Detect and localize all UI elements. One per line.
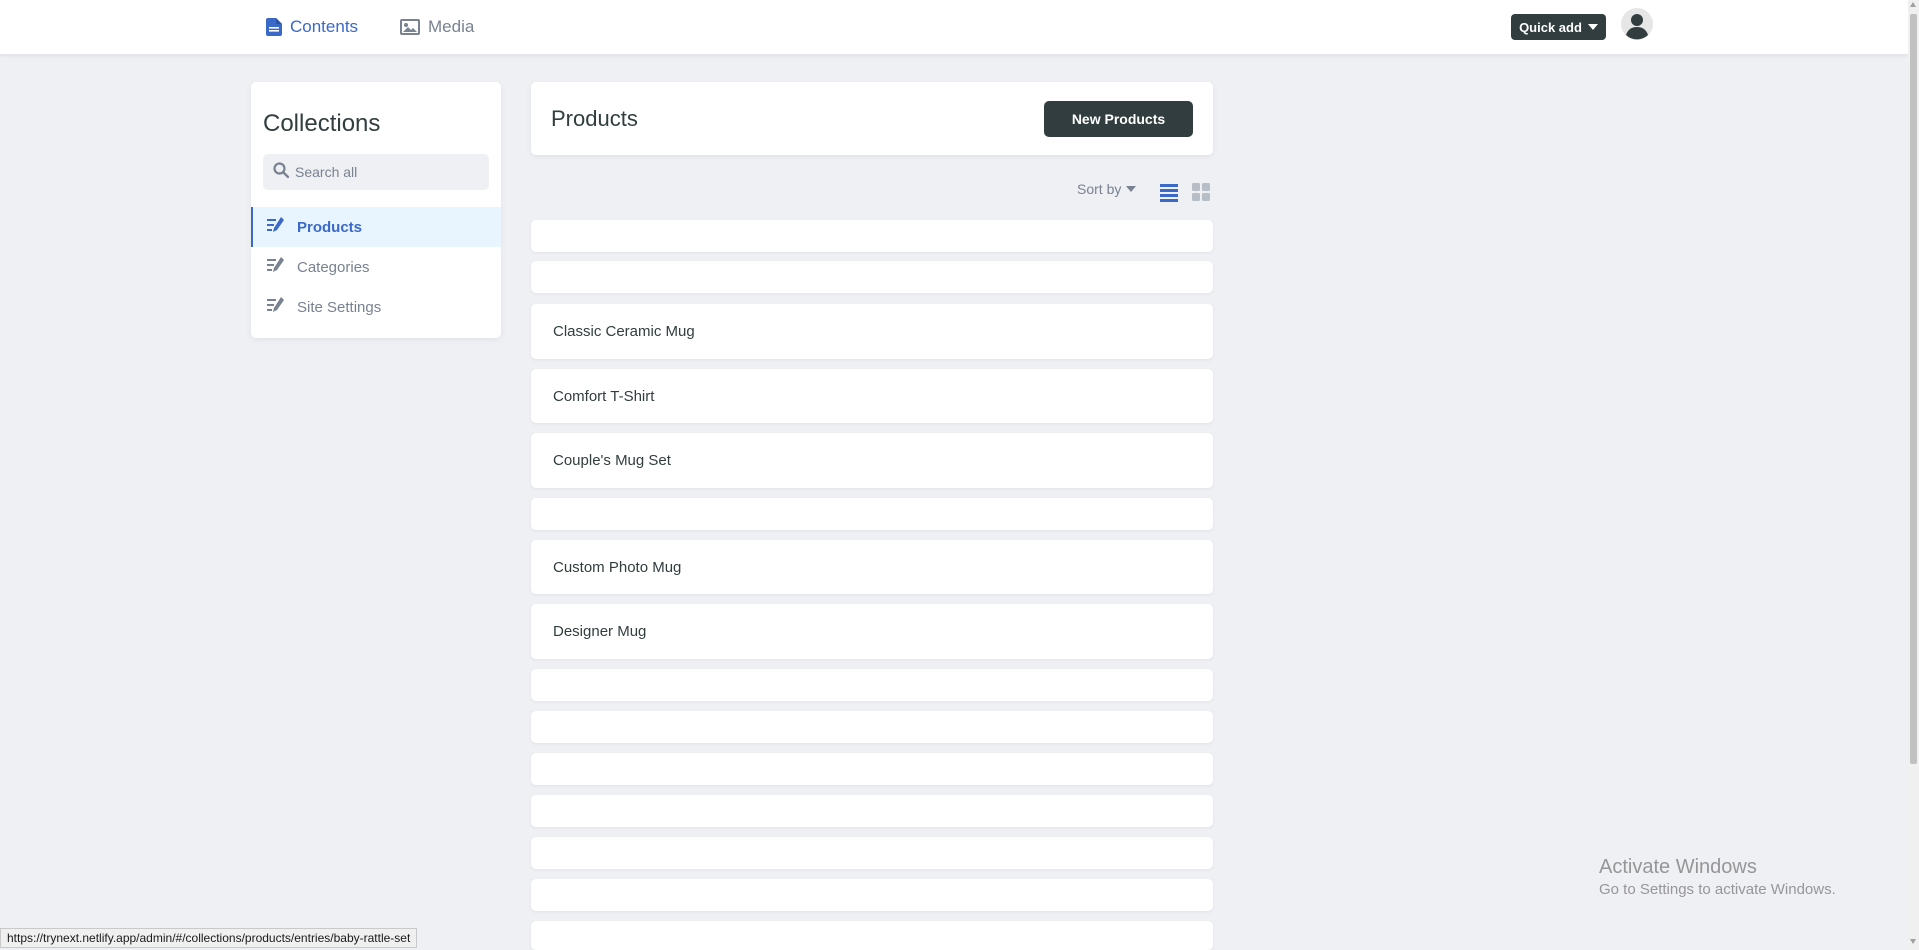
nav-media-label: Media [428, 17, 475, 36]
caret-down-icon [1587, 24, 1598, 30]
activation-watermark-subtitle: Go to Settings to activate Windows. [1599, 881, 1836, 898]
top-navbar: Contents Media Quick add [0, 0, 1908, 54]
sort-by-label: Sort by [1077, 181, 1122, 197]
sidebar-item-categories[interactable]: Categories [251, 247, 501, 287]
sidebar-item-label: Products [297, 218, 363, 236]
list-item[interactable]: Custom Photo Mug [531, 540, 1213, 594]
list-item[interactable]: Designer Mug [531, 604, 1213, 659]
list-item[interactable] [531, 795, 1213, 827]
list-item[interactable]: Comfort T-Shirt [531, 369, 1213, 423]
document-icon [266, 18, 282, 36]
user-avatar-icon [1621, 8, 1653, 40]
page-title: Products [551, 106, 638, 131]
search-input[interactable] [295, 164, 475, 180]
search-icon [273, 161, 290, 183]
list-item[interactable] [531, 220, 1213, 252]
list-item[interactable] [531, 261, 1213, 293]
list-item[interactable] [531, 498, 1213, 530]
collection-header: Products New Products [531, 82, 1213, 155]
caret-down-icon [1126, 186, 1137, 192]
scrollbar-thumb[interactable] [1910, 14, 1917, 764]
search-box[interactable] [263, 154, 489, 190]
sidebar-item-label: Categories [297, 258, 370, 276]
nav-media-link[interactable]: Media [400, 14, 474, 40]
list-item[interactable] [531, 879, 1213, 911]
list-item[interactable]: Couple's Mug Set [531, 433, 1213, 488]
edit-list-icon [267, 257, 285, 277]
list-item[interactable] [531, 837, 1213, 869]
quick-add-label: Quick add [1519, 19, 1582, 35]
list-item[interactable] [531, 711, 1213, 743]
scroll-down-arrow-icon[interactable] [1910, 939, 1916, 944]
new-entry-button[interactable]: New Products [1044, 101, 1193, 137]
edit-list-icon [267, 217, 285, 237]
list-item[interactable] [531, 753, 1213, 785]
list-view-icon[interactable] [1159, 182, 1179, 207]
page-scrollbar[interactable] [1908, 0, 1919, 950]
image-icon [400, 19, 420, 35]
activation-watermark-title: Activate Windows [1599, 856, 1757, 878]
sidebar-item-products[interactable]: Products [251, 207, 501, 247]
grid-view-icon[interactable] [1191, 182, 1211, 207]
sidebar-item-label: Site Settings [297, 298, 382, 316]
collections-sidebar: Collections Products Categories Site Set… [251, 82, 501, 338]
edit-list-icon [267, 297, 285, 317]
nav-contents-link[interactable]: Contents [266, 14, 358, 40]
scroll-up-arrow-icon[interactable] [1910, 2, 1916, 7]
list-item[interactable] [531, 921, 1213, 950]
quick-add-button[interactable]: Quick add [1511, 14, 1606, 40]
status-bar-url: https://trynext.netlify.app/admin/#/coll… [0, 928, 418, 948]
nav-contents-label: Contents [290, 17, 359, 36]
list-item[interactable] [531, 669, 1213, 701]
sort-by-dropdown[interactable]: Sort by [1077, 181, 1137, 197]
list-item[interactable]: Classic Ceramic Mug [531, 304, 1213, 359]
user-avatar[interactable] [1621, 8, 1653, 40]
sidebar-item-site-settings[interactable]: Site Settings [251, 287, 501, 327]
sidebar-title: Collections [263, 110, 381, 137]
